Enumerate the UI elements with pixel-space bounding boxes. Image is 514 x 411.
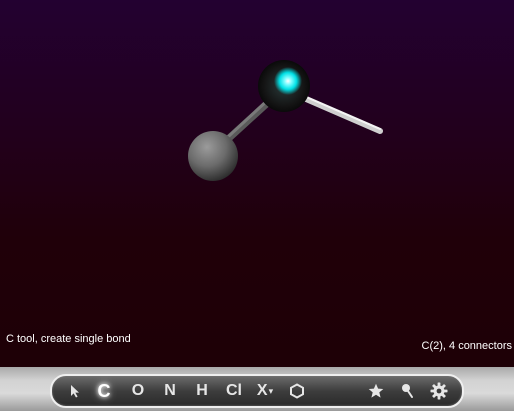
probe-tool-button[interactable] <box>399 376 417 406</box>
hydrogen-tool-button[interactable]: H <box>193 376 211 406</box>
tool-status-text: C tool, create single bond <box>6 333 131 345</box>
chevron-down-icon: ▾ <box>268 385 274 396</box>
nitrogen-tool-button[interactable]: N <box>161 376 179 406</box>
star-icon <box>368 383 384 398</box>
select-tool-button[interactable] <box>68 376 82 406</box>
selection-info-text: C(2), 4 connectors <box>421 340 512 352</box>
favorite-button[interactable] <box>366 376 386 406</box>
settings-button[interactable] <box>429 376 449 406</box>
other-element-label: X <box>256 382 268 399</box>
hexagon-icon <box>290 383 304 399</box>
ring-tool-button[interactable] <box>287 376 307 406</box>
bottom-bar: C O N H Cl X ▾ <box>0 367 514 411</box>
other-element-dropdown[interactable]: X ▾ <box>254 376 276 406</box>
atom-toolbar: C O N H Cl X ▾ <box>50 374 464 408</box>
carbon-tool-button[interactable]: C <box>95 376 113 406</box>
molecule-viewport[interactable]: C tool, create single bond C(2), 4 conne… <box>0 0 514 367</box>
arrow-cursor-icon <box>71 385 79 398</box>
gear-icon <box>430 382 448 400</box>
selection-glow <box>274 67 302 95</box>
oxygen-tool-button[interactable]: O <box>129 376 147 406</box>
molecule-scene[interactable] <box>0 0 514 367</box>
pin-icon <box>402 384 413 398</box>
chlorine-tool-button[interactable]: Cl <box>223 376 245 406</box>
carbon-atom[interactable] <box>188 131 238 181</box>
